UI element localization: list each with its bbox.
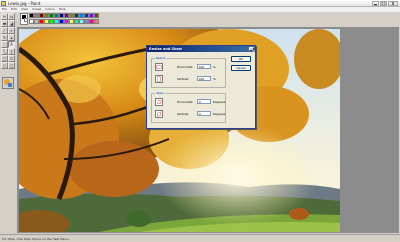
current-colors[interactable] — [20, 13, 28, 25]
minimize-icon — [374, 4, 377, 5]
skew-horizontal-icon — [155, 98, 163, 106]
dialog-title: Resize and Skew — [149, 47, 182, 51]
resize-horizontal-label: Horizontal: — [177, 65, 194, 69]
dialog-title-bar: Resize and Skew × — [147, 46, 255, 53]
paint-app-icon — [1, 1, 6, 6]
color-palette — [20, 13, 100, 26]
tool-options-box[interactable] — [2, 77, 14, 89]
resize-vertical-input[interactable] — [197, 76, 211, 81]
swatch-grid — [29, 13, 99, 24]
curve-tool[interactable]: ∫ — [8, 48, 15, 55]
background-color — [24, 18, 28, 22]
magnifier-tool[interactable]: ⌕ — [8, 27, 15, 34]
resize-vertical-unit: % — [213, 77, 216, 81]
menu-colors[interactable]: Colors — [45, 7, 54, 12]
skew-horizontal-label: Horizontal: — [177, 100, 194, 104]
resize-horizontal-row: Horizontal: % — [155, 63, 225, 73]
rectangle-tool[interactable]: □ — [1, 55, 8, 62]
menu-edit[interactable]: Edit — [11, 7, 17, 12]
opaque-option-icon — [4, 79, 12, 87]
minimize-button[interactable] — [372, 1, 379, 6]
skew-group-label: Skew — [155, 91, 165, 95]
window-title: Lewis.jpg - Paint — [8, 1, 41, 6]
skew-vertical-unit: Degrees — [213, 112, 226, 116]
menu-file[interactable]: File — [2, 7, 7, 12]
resize-vertical-label: Vertical: — [177, 77, 190, 81]
polygon-tool[interactable]: ⬠ — [8, 55, 15, 62]
skew-horizontal-row: Horizontal: Degrees — [155, 98, 225, 108]
resize-vertical-row: Vertical: % — [155, 75, 225, 85]
skew-horizontal-input[interactable] — [197, 99, 211, 104]
status-bar: For Help, click Help Topics on the Help … — [0, 234, 400, 242]
text-tool[interactable]: A — [8, 41, 15, 48]
airbrush-tool[interactable]: ∴ — [1, 41, 8, 48]
paint-window: Lewis.jpg - Paint File Edit View Image C… — [0, 0, 400, 242]
status-text: For Help, click Help Topics on the Help … — [2, 237, 70, 241]
skew-horizontal-unit: Degrees — [213, 100, 226, 104]
toolbox: ✂ ▭ ▬ ◢ ⁄ ⌕ ✎ ▴ ∴ A ╲ ∫ □ ⬠ ○ ▢ — [0, 13, 16, 73]
menu-help[interactable]: Help — [59, 7, 66, 12]
free-select-tool[interactable]: ✂ — [1, 13, 8, 20]
resize-vertical-icon — [155, 75, 163, 83]
skew-vertical-input[interactable] — [197, 111, 211, 116]
rounded-rect-tool[interactable]: ▢ — [8, 62, 15, 69]
menu-image[interactable]: Image — [32, 7, 41, 12]
pencil-tool[interactable]: ✎ — [1, 34, 8, 41]
resize-horizontal-icon — [155, 63, 163, 71]
dialog-close-button[interactable]: × — [249, 47, 255, 53]
skew-vertical-label: Vertical: — [177, 112, 190, 116]
menu-view[interactable]: View — [21, 7, 28, 12]
fill-tool[interactable]: ◢ — [8, 20, 15, 27]
select-tool[interactable]: ▭ — [8, 13, 15, 20]
resize-horizontal-unit: % — [213, 65, 216, 69]
skew-vertical-row: Vertical: Degrees — [155, 110, 225, 120]
pick-color-tool[interactable]: ⁄ — [1, 27, 8, 34]
title-bar: Lewis.jpg - Paint — [0, 0, 400, 7]
menu-bar: File Edit View Image Colors Help — [0, 7, 400, 12]
color-swatch[interactable] — [94, 19, 99, 24]
maximize-icon — [381, 2, 386, 5]
cancel-button[interactable]: Cancel — [231, 65, 251, 71]
line-tool[interactable]: ╲ — [1, 48, 8, 55]
skew-vertical-icon — [155, 110, 163, 118]
resize-horizontal-input[interactable] — [197, 64, 211, 69]
resize-group-label: Resize — [155, 56, 167, 60]
maximize-button[interactable] — [380, 1, 387, 6]
close-icon — [391, 2, 395, 5]
color-swatch[interactable] — [94, 13, 99, 18]
resize-group: Resize Horizontal: % Vertical: % — [151, 56, 226, 88]
resize-skew-dialog: Resize and Skew × Resize Horizontal: % V… — [146, 45, 256, 129]
ok-button[interactable]: OK — [231, 56, 251, 62]
skew-group: Skew Horizontal: Degrees Vertical: Degre… — [151, 91, 226, 123]
close-icon: × — [252, 49, 255, 53]
close-button[interactable] — [388, 1, 398, 6]
ellipse-tool[interactable]: ○ — [1, 62, 8, 69]
eraser-tool[interactable]: ▬ — [1, 20, 8, 27]
brush-tool[interactable]: ▴ — [8, 34, 15, 41]
